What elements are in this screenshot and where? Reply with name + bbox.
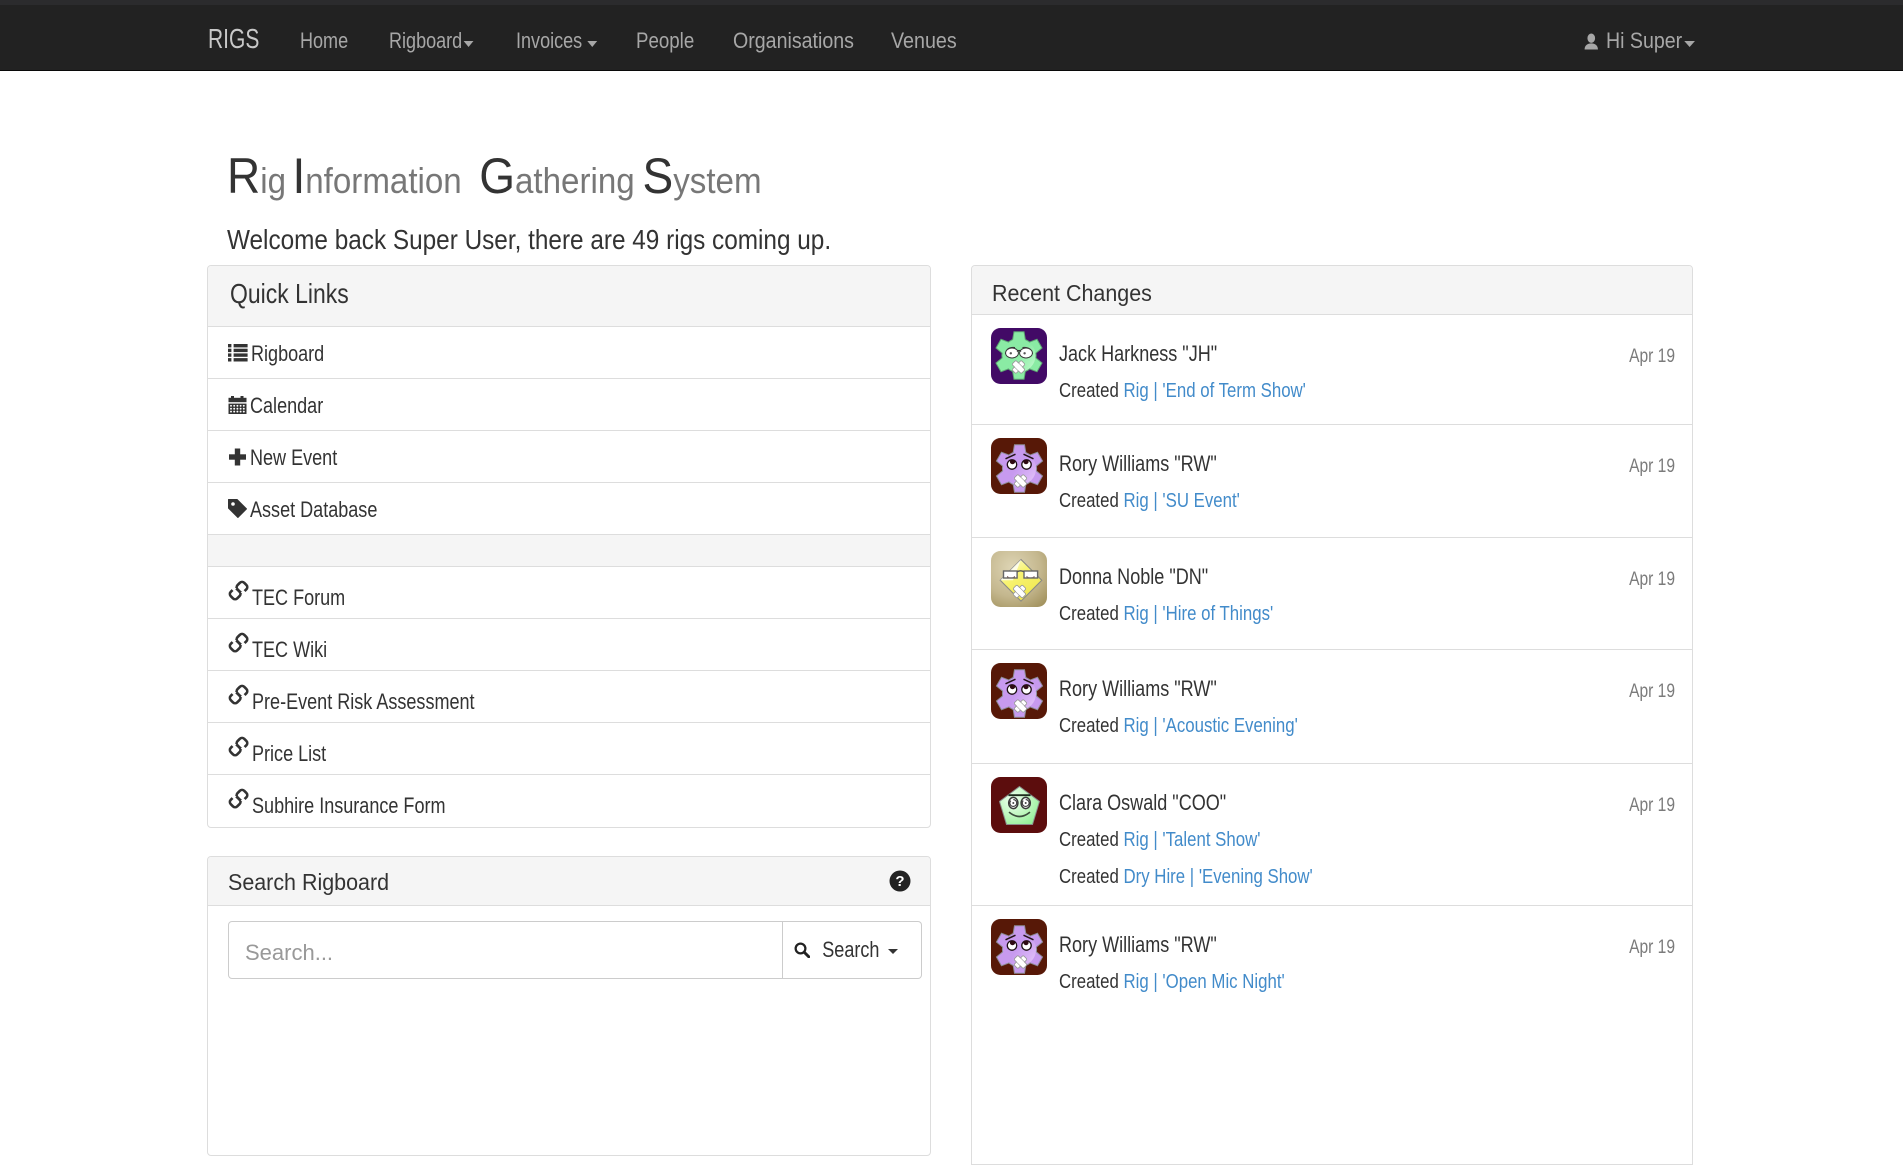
- svg-text:?: ?: [895, 873, 904, 890]
